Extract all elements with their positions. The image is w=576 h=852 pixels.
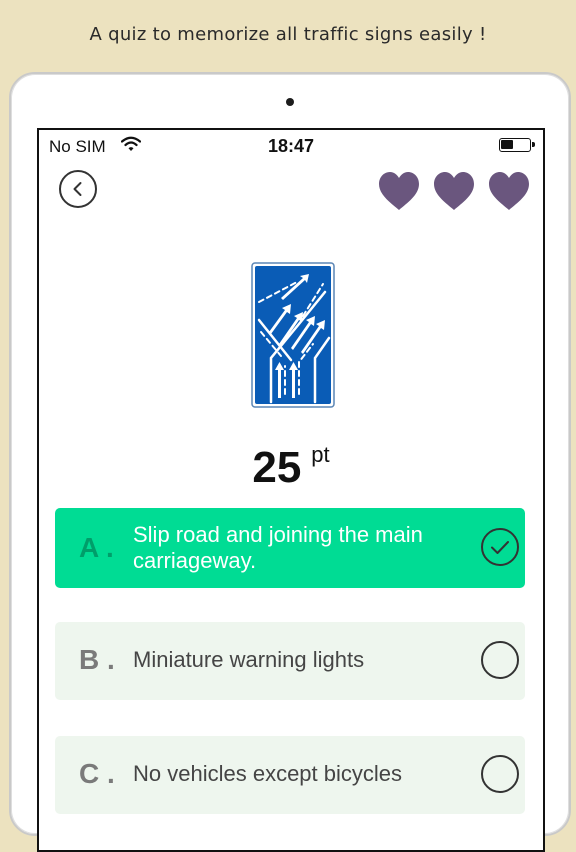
answer-option-b[interactable]: B . Miniature warning lights [55, 622, 525, 700]
lives-indicator [377, 170, 531, 214]
status-bar: No SIM 18:47 [39, 130, 543, 160]
camera-dot [286, 98, 294, 106]
answer-option-a[interactable]: A . Slip road and joining the main carri… [55, 508, 525, 588]
battery-tip [532, 142, 535, 147]
status-time: 18:47 [267, 136, 315, 156]
chevron-left-icon [73, 182, 82, 196]
option-letter: C . [79, 758, 115, 789]
battery-level [501, 140, 513, 149]
heart-icon [489, 172, 529, 210]
option-letter: A . [79, 532, 114, 563]
heart-icon [434, 172, 474, 210]
score-unit: pt [311, 442, 330, 467]
tablet-frame: No SIM 18:47 25 pt A . Slip road and joi… [9, 72, 571, 852]
check-circle-icon [481, 528, 519, 566]
back-button[interactable] [59, 170, 97, 208]
app-screen: No SIM 18:47 25 pt A . Slip road and joi… [37, 128, 545, 852]
slip-road-joining-carriageway-sign [251, 262, 335, 408]
option-text: No vehicles except bicycles [133, 761, 403, 786]
answer-option-c[interactable]: C . No vehicles except bicycles [55, 736, 525, 814]
radio-circle-icon [481, 641, 519, 679]
battery-icon [499, 138, 535, 152]
score-display: 25 pt [39, 442, 543, 493]
radio-circle-icon [481, 755, 519, 793]
option-letter: B . [79, 644, 115, 675]
option-text: Slip road and joining the main carriagew… [133, 522, 423, 573]
score-points: 25 [252, 443, 302, 492]
heart-icon [379, 172, 419, 210]
tagline: A quiz to memorize all traffic signs eas… [89, 24, 487, 45]
option-text: Miniature warning lights [133, 647, 365, 672]
